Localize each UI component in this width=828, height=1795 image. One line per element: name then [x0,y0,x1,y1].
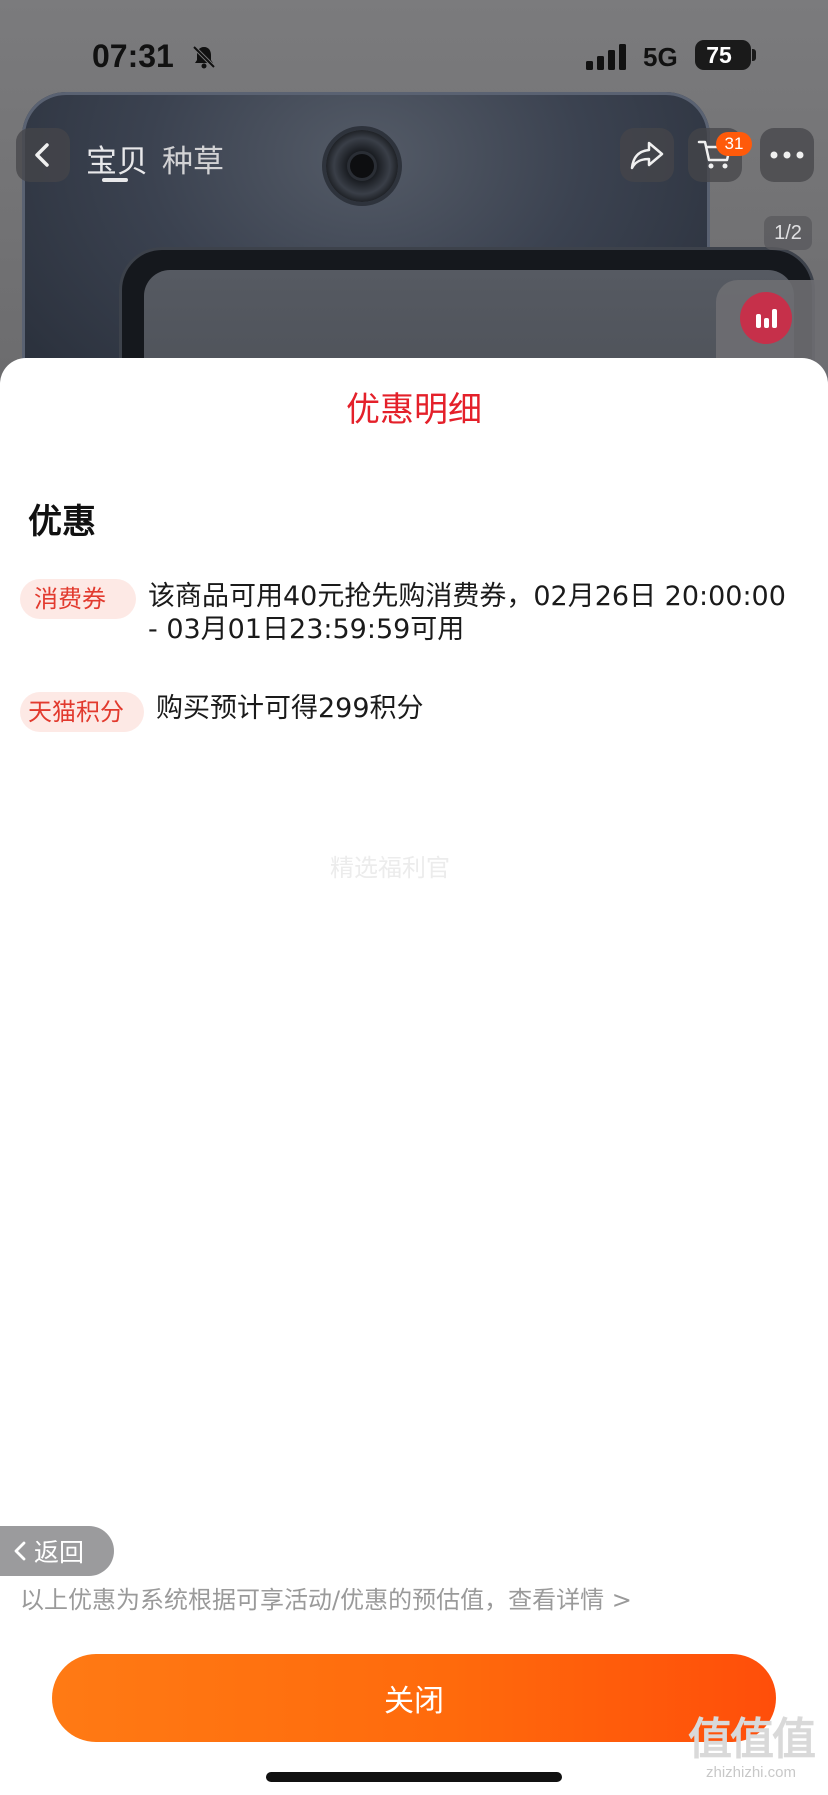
cart-count-badge: 31 [716,132,752,156]
image-counter: 1/2 [764,216,812,250]
network-type: 5G [643,42,678,72]
chevron-left-icon [35,143,49,167]
status-bar: 07:31 5G 75 [0,0,828,110]
coupon-description: 该商品可用40元抢先购消费券，02月26日 20:00:00 - 03月01日2… [148,581,786,645]
status-time: 07:31 [92,38,174,74]
disclaimer-link[interactable]: 以上优惠为系统根据可享活动/优惠的预估值，查看详情 > [20,1580,800,1615]
active-tab-indicator [102,178,128,182]
sheet-title: 优惠明细 [346,390,482,430]
points-tag: 天猫积分 [20,692,144,732]
tab-item[interactable]: 宝贝 [86,136,148,181]
bar-chart-icon[interactable] [740,292,792,344]
brand-watermark: 值值值 zhizhizhi.com [676,1714,826,1782]
return-pill-button[interactable]: 返回 [0,1526,114,1576]
tab-seeding[interactable]: 种草 [162,136,224,181]
cellular-signal-icon [586,44,626,70]
more-button[interactable] [760,128,814,182]
more-dots-icon [770,151,804,159]
points-description: 购买预计可得299积分 [156,693,424,724]
brand-domain: zhizhizhi.com [705,1764,797,1781]
back-button[interactable] [16,128,70,182]
chevron-left-icon [14,1541,26,1561]
close-button[interactable]: 关闭 [52,1654,776,1742]
return-label: 返回 [34,1538,85,1567]
coupon-tag: 消费券 [20,579,136,619]
brand-mark: 值值值 [688,1714,816,1765]
bell-muted-icon [192,45,216,69]
battery-cap [752,49,756,61]
home-indicator[interactable] [266,1772,562,1782]
section-heading: 优惠 [28,502,96,542]
share-button[interactable] [620,128,674,182]
camera-lens [350,154,374,178]
watermark-text: 精选福利官 [330,854,450,882]
battery-indicator: 75 [695,40,751,70]
share-icon [630,141,664,170]
